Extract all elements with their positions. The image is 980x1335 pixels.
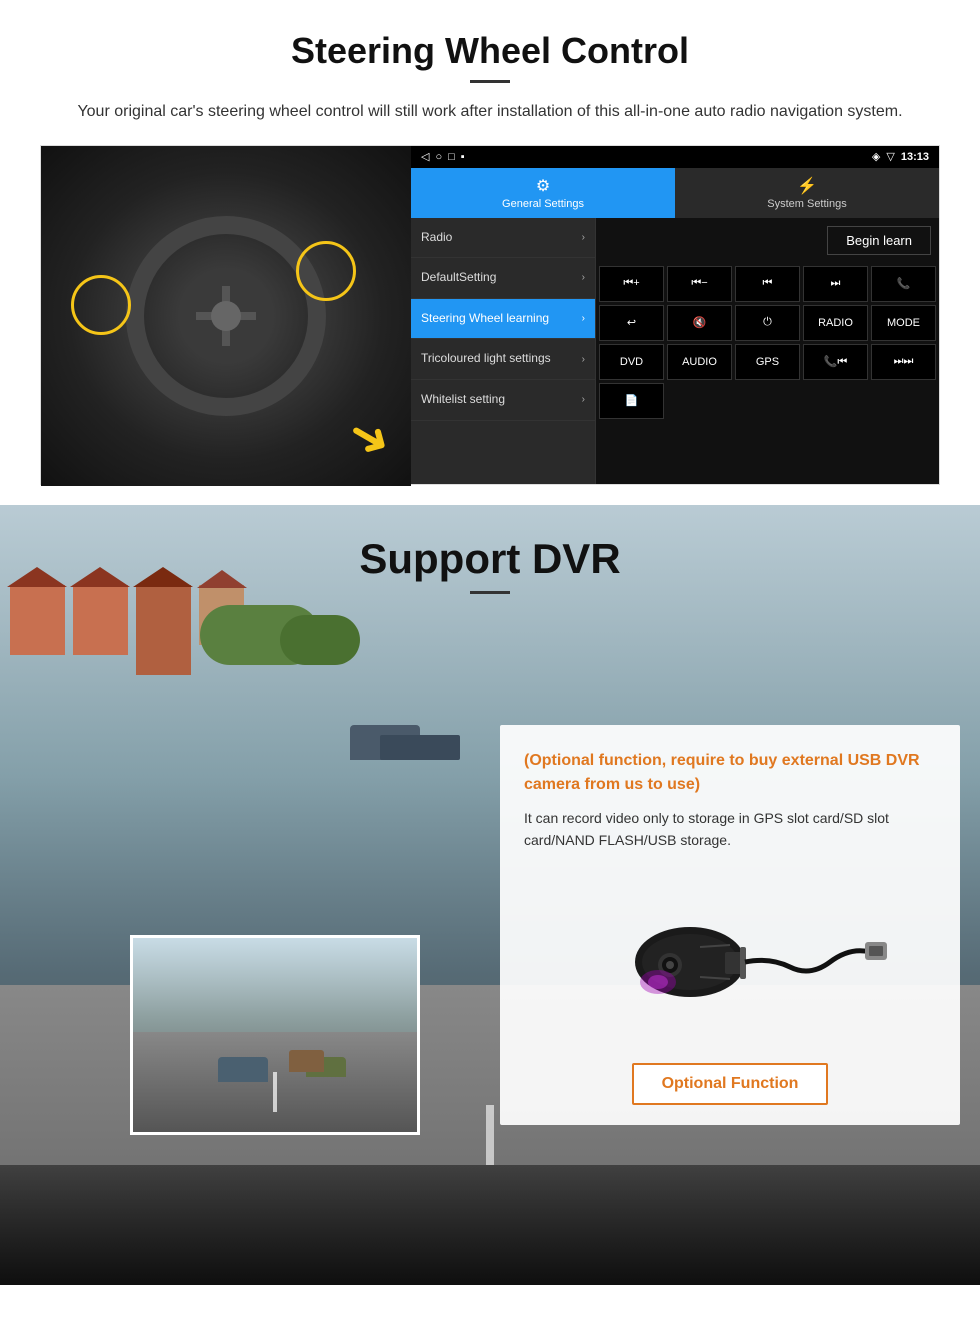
car-body-1: [380, 735, 460, 760]
thumb-car-1: [218, 1057, 268, 1082]
android-body: Radio › DefaultSetting › Steering Wheel …: [411, 218, 939, 484]
tree-2: [280, 615, 360, 665]
dvr-optional-text: (Optional function, require to buy exter…: [524, 749, 936, 797]
ctrl-btn-prev[interactable]: ⏮: [735, 266, 800, 302]
status-right: ◈ ▽ 13:13: [872, 150, 929, 163]
menu-item-steering-wheel-learning[interactable]: Steering Wheel learning ›: [411, 299, 595, 340]
sw-center: [211, 301, 241, 331]
thumb-road-line: [273, 1072, 277, 1112]
chevron-icon: ›: [582, 394, 585, 405]
menu-item-default-setting[interactable]: DefaultSetting ›: [411, 258, 595, 299]
ctrl-btn-radio[interactable]: RADIO: [803, 305, 868, 341]
ctrl-btn-phone-prev[interactable]: 📞⏮: [803, 344, 868, 380]
dvr-thumbnail: [130, 935, 420, 1135]
menu-item-default-label: DefaultSetting: [421, 270, 496, 286]
android-menu-list: Radio › DefaultSetting › Steering Wheel …: [411, 218, 596, 484]
dvr-heading: Support DVR: [0, 535, 980, 583]
status-time: 13:13: [901, 151, 929, 163]
ctrl-btn-phone[interactable]: 📞: [871, 266, 936, 302]
usb-cable-path: [745, 951, 870, 971]
steering-photo: ➜: [41, 146, 411, 486]
ctrl-btn-mode[interactable]: MODE: [871, 305, 936, 341]
title-divider: [470, 80, 510, 83]
wifi-icon: ▽: [886, 150, 894, 163]
dvr-thumb-inner: [133, 938, 417, 1132]
thumb-car-3: [289, 1050, 324, 1072]
menu-item-radio[interactable]: Radio ›: [411, 218, 595, 259]
camera-svg: [570, 877, 890, 1037]
control-buttons-grid: ⏮+ ⏮− ⏮ ⏭ 📞 ↩ 🔇 ⏻ RADIO MODE DVD AUDIO G…: [596, 263, 939, 422]
ctrl-btn-dvd[interactable]: DVD: [599, 344, 664, 380]
ctrl-btn-extra[interactable]: 📄: [599, 383, 664, 419]
camera-glow-inner: [648, 975, 668, 989]
android-nav-icons: ◁ ○ □ ▪: [421, 150, 465, 163]
ctrl-btn-next-next[interactable]: ⏭⏭: [871, 344, 936, 380]
camera-lens-core: [666, 961, 674, 969]
tab-general-settings[interactable]: ⚙ General Settings: [411, 168, 675, 218]
tab-system-settings[interactable]: ⚡ System Settings: [675, 168, 939, 218]
menu-item-whitelist[interactable]: Whitelist setting ›: [411, 380, 595, 421]
chevron-icon: ›: [582, 232, 585, 243]
tab-general-label: General Settings: [502, 198, 584, 210]
menu-icon[interactable]: ▪: [461, 151, 465, 163]
steering-section: Steering Wheel Control Your original car…: [0, 0, 980, 505]
dvr-title-area: Support DVR: [0, 505, 980, 604]
dvr-camera-illustration: [524, 867, 936, 1047]
begin-learn-row: Begin learn: [596, 218, 939, 263]
dvr-description: It can record video only to storage in G…: [524, 807, 936, 852]
road-marking: [486, 1105, 494, 1165]
signal-icon: ◈: [872, 150, 880, 163]
tab-system-label: System Settings: [767, 198, 846, 210]
highlight-left-circle: [71, 275, 131, 335]
control-panel: Begin learn ⏮+ ⏮− ⏮ ⏭ 📞 ↩ 🔇 ⏻ RADIO MODE…: [596, 218, 939, 484]
dvr-section: Support DVR (Optional function, require …: [0, 505, 980, 1285]
gear-icon: ⚙: [536, 176, 550, 196]
steering-wheel: [126, 216, 326, 416]
highlight-right-circle: [296, 241, 356, 301]
menu-item-whitelist-label: Whitelist setting: [421, 392, 505, 408]
recents-icon[interactable]: □: [448, 151, 455, 163]
android-tabs: ⚙ General Settings ⚡ System Settings: [411, 168, 939, 218]
menu-item-steering-label: Steering Wheel learning: [421, 311, 549, 327]
steering-description: Your original car's steering wheel contr…: [60, 99, 920, 125]
ctrl-btn-vol-up[interactable]: ⏮+: [599, 266, 664, 302]
menu-item-tricoloured[interactable]: Tricoloured light settings ›: [411, 339, 595, 380]
menu-item-radio-label: Radio: [421, 230, 452, 246]
ctrl-btn-gps[interactable]: GPS: [735, 344, 800, 380]
ctrl-btn-back[interactable]: ↩: [599, 305, 664, 341]
dvr-info-card: (Optional function, require to buy exter…: [500, 725, 960, 1126]
menu-item-tricoloured-label: Tricoloured light settings: [421, 351, 551, 367]
usb-port: [869, 946, 883, 956]
chevron-icon: ›: [582, 272, 585, 283]
android-panel: ◁ ○ □ ▪ ◈ ▽ 13:13 ⚙ General Settings: [411, 146, 939, 484]
optional-function-button[interactable]: Optional Function: [632, 1063, 829, 1105]
steering-content-panel: ➜ ◁ ○ □ ▪ ◈ ▽ 13:13: [40, 145, 940, 485]
chevron-icon: ›: [582, 313, 585, 324]
system-icon: ⚡: [797, 176, 817, 196]
home-icon[interactable]: ○: [435, 151, 442, 163]
ctrl-btn-vol-down[interactable]: ⏮−: [667, 266, 732, 302]
begin-learn-button[interactable]: Begin learn: [827, 226, 931, 255]
ctrl-btn-next[interactable]: ⏭: [803, 266, 868, 302]
ctrl-btn-audio[interactable]: AUDIO: [667, 344, 732, 380]
chevron-icon: ›: [582, 354, 585, 365]
dashboard-area: [0, 1165, 980, 1285]
steering-photo-inner: ➜: [41, 146, 411, 486]
arrow-icon: ➜: [337, 401, 402, 472]
steering-title: Steering Wheel Control: [40, 30, 940, 72]
android-status-bar: ◁ ○ □ ▪ ◈ ▽ 13:13: [411, 146, 939, 168]
dvr-divider: [470, 591, 510, 594]
back-icon[interactable]: ◁: [421, 150, 429, 163]
mount-pin: [740, 947, 746, 979]
ctrl-btn-power[interactable]: ⏻: [735, 305, 800, 341]
ctrl-btn-mute[interactable]: 🔇: [667, 305, 732, 341]
